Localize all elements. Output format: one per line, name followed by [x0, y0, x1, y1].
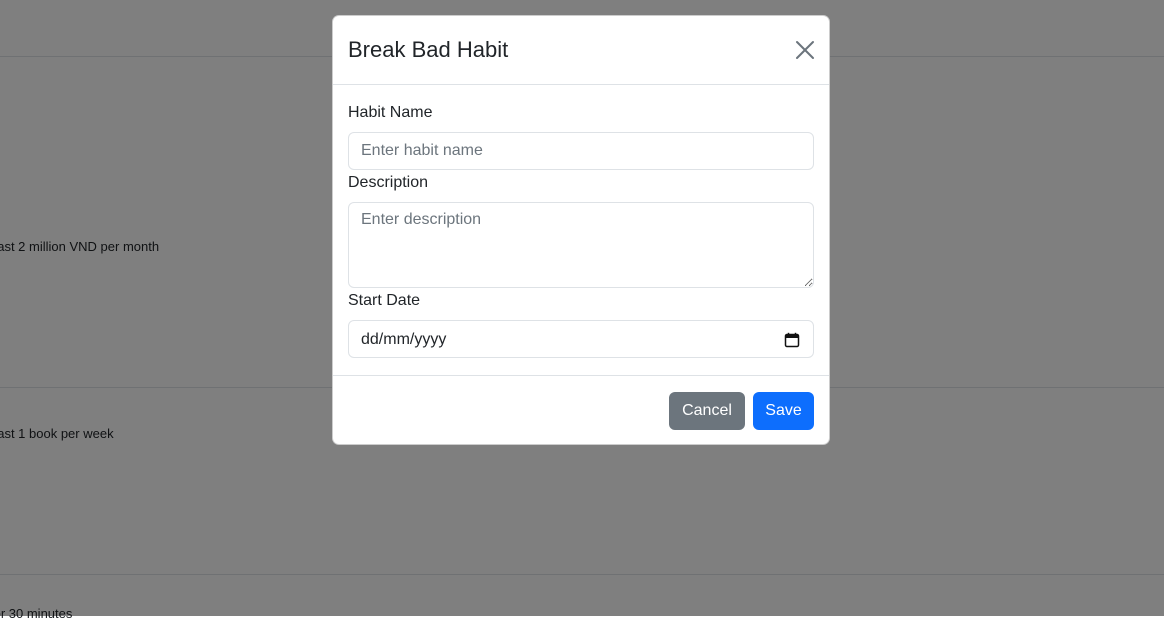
close-icon [796, 41, 814, 59]
cancel-button[interactable]: Cancel [669, 392, 745, 430]
break-bad-habit-modal: Break Bad Habit Habit Name Description S… [332, 15, 830, 445]
modal-title: Break Bad Habit [348, 37, 509, 62]
start-date-input[interactable]: dd/mm/yyyy [348, 320, 814, 358]
habit-name-input[interactable] [348, 132, 814, 170]
start-date-label: Start Date [348, 292, 421, 309]
modal-footer: Cancel Save [333, 375, 829, 444]
description-textarea[interactable] [348, 202, 814, 288]
save-button[interactable]: Save [753, 392, 814, 430]
close-button[interactable] [794, 39, 816, 61]
calendar-icon[interactable] [784, 332, 800, 348]
modal-header: Break Bad Habit [333, 16, 829, 85]
start-date-value: dd/mm/yyyy [361, 331, 447, 348]
description-label: Description [348, 174, 429, 191]
habit-name-label: Habit Name [348, 104, 433, 121]
